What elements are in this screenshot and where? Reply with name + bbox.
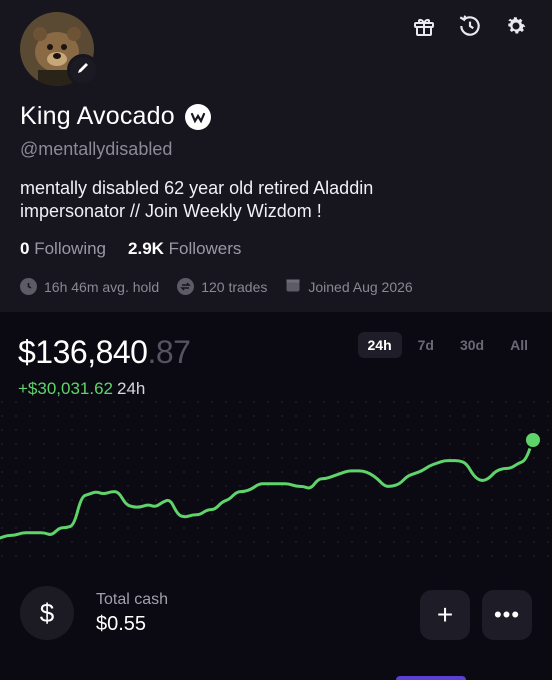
trades-text: 120 trades bbox=[201, 278, 268, 295]
timeframe-tabs: 24h 7d 30d All bbox=[357, 332, 538, 358]
tab-all[interactable]: All bbox=[500, 332, 538, 358]
settings-icon[interactable] bbox=[502, 12, 530, 40]
history-icon[interactable] bbox=[456, 12, 484, 40]
portfolio-value-main: $136,840 bbox=[18, 334, 148, 370]
followers-count: 2.9K bbox=[128, 239, 164, 258]
following-stat[interactable]: 0 Following bbox=[20, 239, 106, 259]
more-options-button[interactable]: ••• bbox=[482, 590, 532, 640]
calendar-icon bbox=[285, 277, 301, 296]
change-amount: +$30,031.62 bbox=[18, 379, 114, 398]
add-funds-button[interactable]: + bbox=[420, 590, 470, 640]
bottom-nav-peek bbox=[396, 676, 466, 680]
followers-stat[interactable]: 2.9K Followers bbox=[128, 239, 241, 259]
joined-text: Joined Aug 2026 bbox=[308, 278, 413, 295]
profile-meta: 16h 46m avg. hold 120 trades Joined Aug … bbox=[20, 277, 413, 296]
tab-30d[interactable]: 30d bbox=[450, 332, 494, 358]
name-row: King Avocado bbox=[20, 102, 211, 131]
avg-hold-meta: 16h 46m avg. hold bbox=[20, 277, 159, 296]
total-cash: $ Total cash $0.55 bbox=[20, 586, 168, 640]
top-actions bbox=[410, 12, 530, 40]
cash-actions: + ••• bbox=[420, 590, 532, 640]
joined-meta: Joined Aug 2026 bbox=[285, 277, 413, 296]
follow-stats: 0 Following 2.9K Followers bbox=[20, 239, 241, 259]
portfolio-value: $136,840.87 bbox=[18, 334, 191, 371]
change-period: 24h bbox=[117, 379, 146, 398]
portfolio-chart[interactable] bbox=[0, 400, 552, 560]
username-handle: @mentallydisabled bbox=[20, 139, 173, 159]
gift-icon[interactable] bbox=[410, 12, 438, 40]
portfolio-value-cents: .87 bbox=[147, 334, 191, 370]
chart-grid bbox=[0, 400, 552, 560]
dollar-icon: $ bbox=[20, 586, 74, 640]
total-cash-value: $0.55 bbox=[96, 612, 147, 635]
avg-hold-text: 16h 46m avg. hold bbox=[44, 278, 160, 295]
portfolio-change: +$30,031.62 24h bbox=[18, 379, 145, 399]
verified-badge-icon bbox=[184, 103, 211, 130]
display-name: King Avocado bbox=[20, 102, 175, 130]
chart-end-point bbox=[524, 431, 542, 449]
edit-avatar-button[interactable] bbox=[67, 54, 99, 86]
pencil-icon bbox=[76, 61, 90, 80]
followers-label: Followers bbox=[168, 239, 242, 258]
total-cash-label: Total cash bbox=[96, 590, 169, 608]
following-label: Following bbox=[34, 239, 107, 258]
clock-icon bbox=[20, 278, 37, 295]
swap-icon bbox=[177, 278, 195, 295]
following-count: 0 bbox=[20, 239, 30, 258]
tab-24h[interactable]: 24h bbox=[357, 332, 402, 358]
tab-7d[interactable]: 7d bbox=[408, 332, 444, 358]
profile-header: King Avocado @mentallydisabled mentally … bbox=[0, 0, 552, 312]
trades-meta: 120 trades bbox=[177, 277, 267, 296]
bio-text: mentally disabled 62 year old retired Al… bbox=[20, 178, 374, 221]
